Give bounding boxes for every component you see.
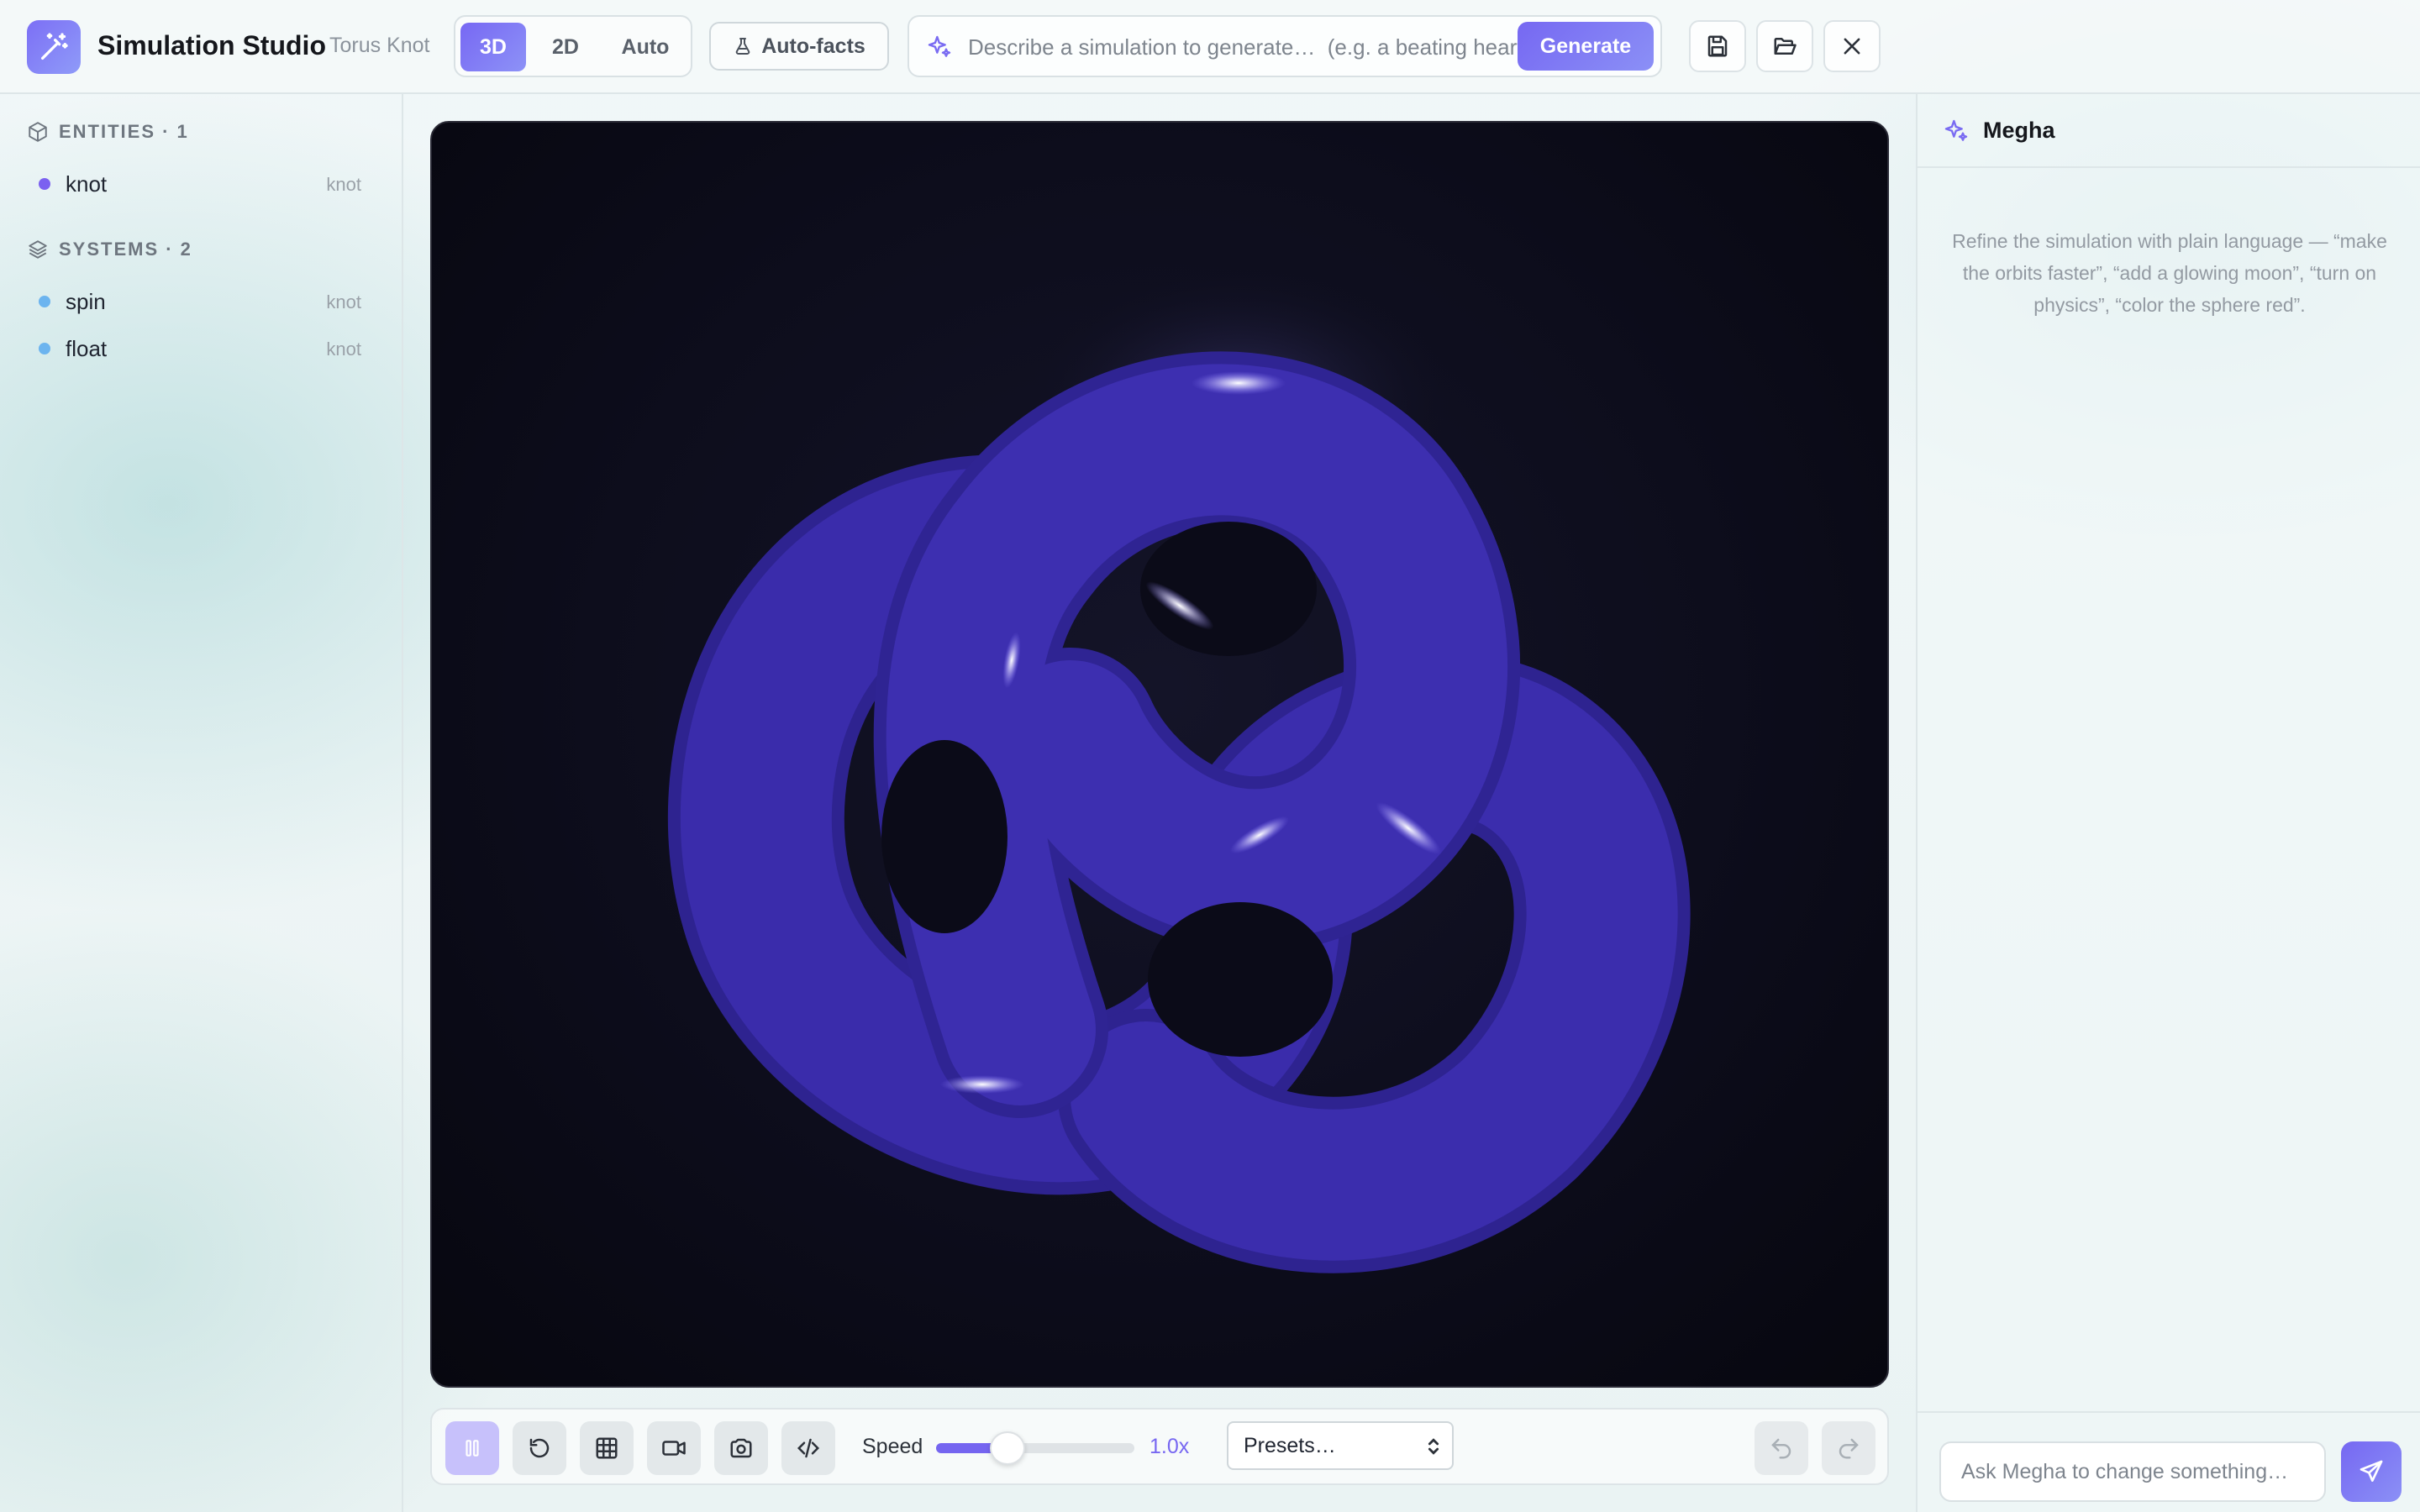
systems-heading-label: SYSTEMS · 2 bbox=[59, 239, 192, 260]
open-button[interactable] bbox=[1756, 20, 1813, 72]
save-icon bbox=[1707, 35, 1728, 57]
sparkle-icon bbox=[928, 35, 951, 57]
code-view-button[interactable] bbox=[781, 1421, 835, 1475]
scene-outline-sidebar: ENTITIES · 1 knot knot SYSTEMS · 2 spin … bbox=[0, 94, 403, 1512]
system-item-float[interactable]: float knot bbox=[39, 331, 375, 365]
autofacts-button[interactable]: Auto-facts bbox=[709, 22, 889, 71]
redo-button[interactable] bbox=[1822, 1421, 1876, 1475]
playback-toolbar: Speed 1.0x Presets… bbox=[430, 1408, 1889, 1485]
mode-toggle-group: 3D 2D Auto bbox=[454, 15, 692, 77]
mode-2d-button[interactable]: 2D bbox=[533, 23, 598, 71]
entities-heading-label: ENTITIES · 1 bbox=[59, 121, 189, 142]
speed-value: 1.0x bbox=[1150, 1435, 1190, 1458]
assistant-header: Megha bbox=[1918, 94, 2420, 168]
grid-toggle-button[interactable] bbox=[580, 1421, 634, 1475]
chevron-updown-icon bbox=[1428, 1438, 1439, 1455]
torus-knot-render bbox=[667, 265, 1691, 1273]
assistant-input[interactable] bbox=[1939, 1441, 2326, 1502]
autofacts-label: Auto-facts bbox=[761, 34, 865, 58]
record-icon bbox=[662, 1441, 686, 1456]
pause-button[interactable] bbox=[445, 1421, 499, 1475]
mode-3d-button[interactable]: 3D bbox=[460, 23, 526, 71]
save-button[interactable] bbox=[1689, 20, 1746, 72]
speed-label: Speed bbox=[862, 1435, 923, 1458]
close-icon bbox=[1844, 38, 1860, 55]
system-tag: knot bbox=[326, 291, 361, 312]
prompt-input[interactable] bbox=[968, 27, 1573, 67]
assistant-panel: Megha Refine the simulation with plain l… bbox=[1916, 94, 2420, 1512]
wand-icon bbox=[27, 20, 81, 74]
app-title: Simulation Studio bbox=[97, 30, 326, 60]
entity-tag: knot bbox=[326, 174, 361, 195]
assistant-name: Megha bbox=[1983, 118, 2055, 143]
speed-slider-handle[interactable] bbox=[989, 1431, 1025, 1465]
undo-icon bbox=[1771, 1438, 1791, 1459]
system-item-spin[interactable]: spin knot bbox=[39, 284, 375, 318]
system-dot bbox=[39, 296, 50, 307]
cube-icon bbox=[29, 122, 47, 142]
entities-heading: ENTITIES · 1 bbox=[27, 121, 189, 143]
mode-auto-button[interactable]: Auto bbox=[605, 23, 686, 71]
presets-select[interactable]: Presets… bbox=[1227, 1421, 1454, 1470]
app-header: Simulation Studio Torus Knot 3D 2D Auto … bbox=[0, 0, 2420, 94]
flask-icon bbox=[735, 38, 750, 55]
systems-heading: SYSTEMS · 2 bbox=[27, 239, 192, 260]
system-label: float bbox=[66, 336, 108, 361]
layers-icon bbox=[29, 240, 47, 259]
assistant-hint: Refine the simulation with plain languag… bbox=[1952, 230, 2387, 316]
screenshot-button[interactable] bbox=[714, 1421, 768, 1475]
redo-icon bbox=[1839, 1438, 1859, 1459]
pause-icon bbox=[466, 1440, 479, 1457]
prompt-bar: Generate bbox=[908, 15, 1662, 77]
system-label: spin bbox=[66, 289, 106, 314]
speed-slider[interactable] bbox=[936, 1431, 1134, 1465]
generate-button[interactable]: Generate bbox=[1518, 22, 1654, 71]
send-button[interactable] bbox=[2341, 1441, 2402, 1502]
undo-button[interactable] bbox=[1754, 1421, 1808, 1475]
simulation-viewport[interactable] bbox=[430, 121, 1889, 1388]
send-icon bbox=[2360, 1460, 2383, 1482]
code-icon bbox=[797, 1438, 820, 1458]
entity-label: knot bbox=[66, 171, 108, 197]
sparkle-icon bbox=[1944, 119, 1968, 141]
system-tag: knot bbox=[326, 339, 361, 360]
close-button[interactable] bbox=[1823, 20, 1881, 72]
system-dot bbox=[39, 343, 50, 354]
presets-selected-label: Presets… bbox=[1244, 1433, 1336, 1457]
reset-button[interactable] bbox=[513, 1421, 566, 1475]
record-button[interactable] bbox=[647, 1421, 701, 1475]
assistant-composer bbox=[1918, 1411, 2420, 1512]
camera-icon bbox=[730, 1438, 752, 1458]
reset-icon bbox=[529, 1438, 550, 1458]
project-name: Torus Knot bbox=[329, 34, 430, 57]
folder-open-icon bbox=[1774, 38, 1797, 55]
grid-icon bbox=[596, 1437, 618, 1459]
entity-item-knot[interactable]: knot knot bbox=[39, 166, 375, 200]
entity-dot bbox=[39, 178, 50, 190]
